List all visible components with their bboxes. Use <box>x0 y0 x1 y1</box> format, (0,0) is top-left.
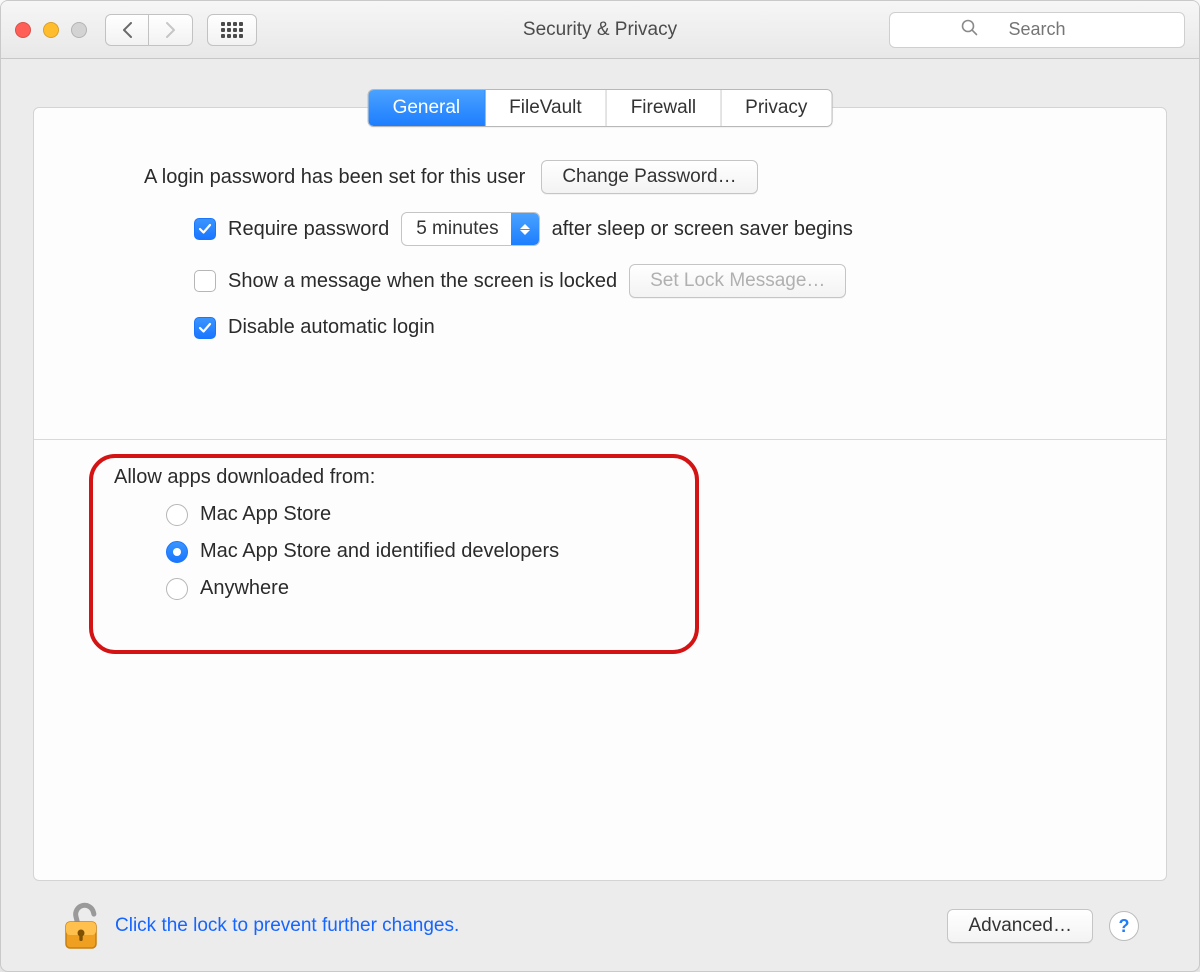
zoom-window-button[interactable] <box>71 22 87 38</box>
back-button[interactable] <box>105 14 149 46</box>
radio-anywhere[interactable] <box>166 578 188 600</box>
select-arrows-icon <box>511 213 539 245</box>
radio-row-appstore: Mac App Store <box>166 503 1096 526</box>
login-password-label: A login password has been set for this u… <box>144 166 525 189</box>
settings-panel: General FileVault Firewall Privacy A log… <box>33 107 1167 881</box>
forward-button[interactable] <box>149 14 193 46</box>
help-button[interactable]: ? <box>1109 911 1139 941</box>
nav-buttons <box>105 14 193 46</box>
gatekeeper-title: Allow apps downloaded from: <box>114 466 1096 489</box>
advanced-button[interactable]: Advanced… <box>947 909 1093 943</box>
radio-label-anywhere: Anywhere <box>200 577 289 600</box>
require-password-delay-select[interactable]: 5 minutes <box>401 212 539 246</box>
titlebar: Security & Privacy <box>1 1 1199 59</box>
show-message-checkbox[interactable] <box>194 270 216 292</box>
preferences-window: Security & Privacy General FileVault Fir… <box>0 0 1200 972</box>
tab-general[interactable]: General <box>369 90 486 126</box>
traffic-lights <box>15 22 87 38</box>
radio-mac-app-store[interactable] <box>166 504 188 526</box>
require-password-row: Require password 5 minutes after sleep o… <box>194 212 1096 246</box>
show-message-row: Show a message when the screen is locked… <box>194 264 1096 298</box>
chevron-left-icon <box>122 22 133 38</box>
set-lock-message-button[interactable]: Set Lock Message… <box>629 264 846 298</box>
after-sleep-label: after sleep or screen saver begins <box>552 218 853 241</box>
unlocked-lock-icon <box>61 900 101 952</box>
search-field-wrap <box>889 12 1185 48</box>
login-password-row: A login password has been set for this u… <box>144 160 1096 194</box>
show-all-button[interactable] <box>207 14 257 46</box>
radio-row-anywhere: Anywhere <box>166 577 1096 600</box>
check-icon <box>198 321 212 335</box>
grid-icon <box>221 22 243 38</box>
radio-label-appstore: Mac App Store <box>200 503 331 526</box>
gatekeeper-section: Allow apps downloaded from: Mac App Stor… <box>104 466 1096 600</box>
change-password-button[interactable]: Change Password… <box>541 160 757 194</box>
lock-button[interactable]: Click the lock to prevent further change… <box>61 900 459 952</box>
tab-privacy[interactable]: Privacy <box>721 90 831 126</box>
chevron-right-icon <box>165 22 176 38</box>
close-window-button[interactable] <box>15 22 31 38</box>
radio-label-identified: Mac App Store and identified developers <box>200 540 559 563</box>
section-divider <box>34 439 1166 440</box>
show-message-label: Show a message when the screen is locked <box>228 270 617 293</box>
radio-identified-developers[interactable] <box>166 541 188 563</box>
tab-bar: General FileVault Firewall Privacy <box>368 89 833 127</box>
tab-filevault[interactable]: FileVault <box>485 90 607 126</box>
search-input[interactable] <box>889 12 1185 48</box>
lock-text: Click the lock to prevent further change… <box>115 915 459 937</box>
delay-value: 5 minutes <box>416 218 498 240</box>
disable-auto-login-row: Disable automatic login <box>194 316 1096 339</box>
check-icon <box>198 222 212 236</box>
tab-firewall[interactable]: Firewall <box>607 90 721 126</box>
gatekeeper-radio-group: Mac App Store Mac App Store and identifi… <box>166 503 1096 600</box>
footer: Click the lock to prevent further change… <box>33 881 1167 971</box>
disable-auto-login-checkbox[interactable] <box>194 317 216 339</box>
content-area: General FileVault Firewall Privacy A log… <box>1 59 1199 971</box>
minimize-window-button[interactable] <box>43 22 59 38</box>
window-title: Security & Privacy <box>523 19 677 41</box>
require-password-checkbox[interactable] <box>194 218 216 240</box>
radio-row-identified: Mac App Store and identified developers <box>166 540 1096 563</box>
disable-auto-login-label: Disable automatic login <box>228 316 435 339</box>
require-password-label: Require password <box>228 218 389 241</box>
